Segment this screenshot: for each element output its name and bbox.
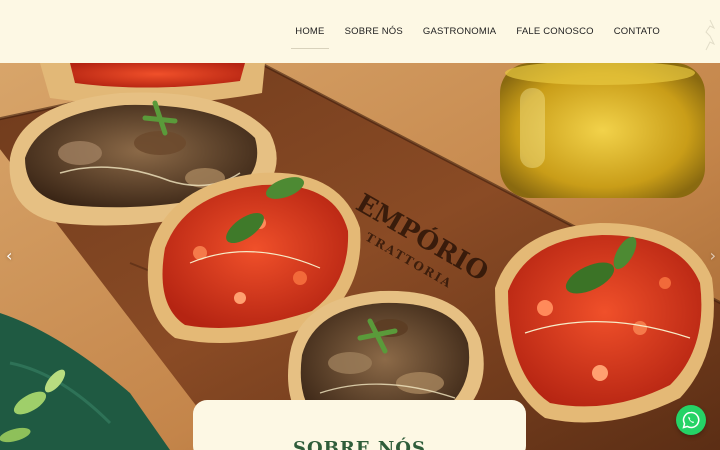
nav-gastronomia[interactable]: GASTRONOMIA [423, 20, 496, 43]
main-nav: HOME SOBRE NÓS GASTRONOMIA FALE CONOSCO … [291, 0, 660, 63]
whatsapp-button[interactable] [676, 405, 706, 435]
about-card: SOBRE NÓS [193, 400, 526, 450]
slider-prev-button[interactable]: ‹ [6, 246, 12, 265]
nav-sobre-nos[interactable]: SOBRE NÓS [345, 20, 403, 43]
site-header: HOME SOBRE NÓS GASTRONOMIA FALE CONOSCO … [0, 0, 720, 63]
whatsapp-icon [682, 411, 700, 429]
about-title: SOBRE NÓS [293, 438, 426, 450]
decorative-leaf-icon [705, 19, 716, 51]
slider-next-button[interactable]: › [710, 246, 716, 265]
nav-home[interactable]: HOME [291, 20, 329, 49]
nav-contato[interactable]: CONTATO [614, 20, 660, 43]
hero-slider[interactable]: EMPÓRIO TRATTORIA ‹ › [0, 63, 720, 450]
hero-image: EMPÓRIO TRATTORIA [0, 63, 720, 450]
nav-fale-conosco[interactable]: FALE CONOSCO [516, 20, 593, 43]
